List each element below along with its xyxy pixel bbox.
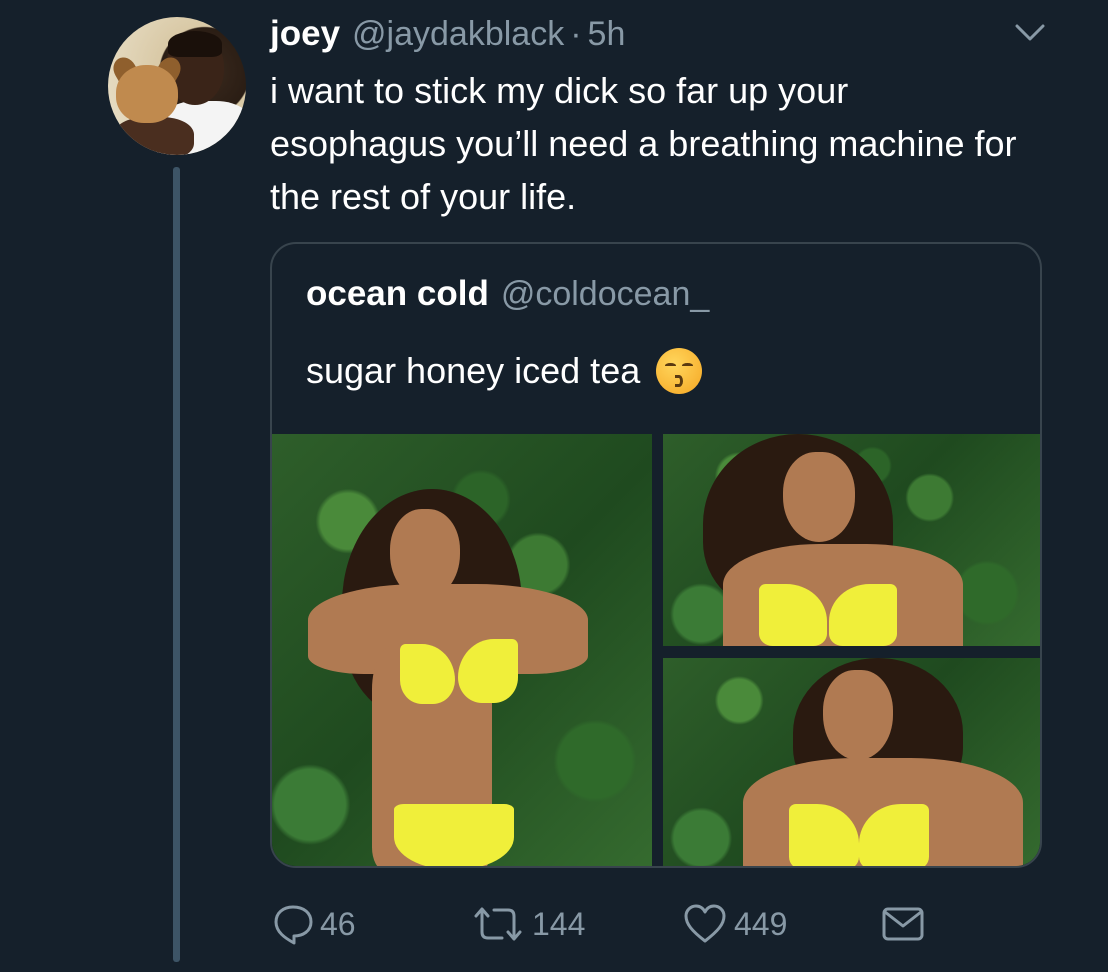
- tweet-actions: 46 144 449: [270, 900, 970, 950]
- media-photo-1[interactable]: [272, 434, 652, 866]
- like-button[interactable]: 449: [682, 900, 787, 948]
- quoted-tweet-header: ocean cold @coldocean_: [306, 274, 709, 314]
- heart-icon: [684, 904, 726, 943]
- reply-button[interactable]: 46: [272, 900, 356, 948]
- media-photo-3[interactable]: [663, 658, 1040, 866]
- kissing-face-emoji-icon: [656, 348, 703, 394]
- retweet-button[interactable]: 144: [470, 900, 585, 948]
- quoted-media-grid: [272, 434, 1040, 866]
- envelope-icon: [882, 907, 924, 941]
- thread-line: [173, 167, 180, 962]
- retweet-count: 144: [532, 905, 586, 942]
- chevron-down-icon[interactable]: [1014, 22, 1046, 44]
- separator-dot: ·: [570, 15, 582, 53]
- quoted-author-handle: @coldocean_: [500, 275, 710, 313]
- quoted-tweet[interactable]: ocean cold @coldocean_ sugar honey iced …: [270, 242, 1042, 868]
- tweet[interactable]: joey @jaydakblack · 5h i want to stick m…: [0, 0, 1108, 972]
- author-name[interactable]: joey: [270, 14, 340, 54]
- quoted-author-name: ocean cold: [306, 274, 489, 313]
- reply-icon: [274, 905, 313, 945]
- author-avatar[interactable]: [108, 17, 246, 155]
- direct-message-button[interactable]: [880, 900, 926, 948]
- quoted-tweet-text-row: sugar honey iced tea: [306, 348, 703, 394]
- media-photo-2[interactable]: [663, 434, 1040, 646]
- timestamp[interactable]: 5h: [588, 15, 626, 54]
- like-count: 449: [734, 905, 788, 942]
- tweet-header: joey @jaydakblack · 5h: [270, 14, 625, 54]
- reply-count: 46: [320, 905, 356, 942]
- avatar-hair: [168, 31, 222, 57]
- avatar-dog: [116, 65, 178, 123]
- author-handle[interactable]: @jaydakblack: [352, 15, 564, 54]
- retweet-icon: [474, 907, 522, 941]
- quoted-tweet-text: sugar honey iced tea: [306, 350, 641, 391]
- tweet-text: i want to stick my dick so far up your e…: [270, 70, 1017, 217]
